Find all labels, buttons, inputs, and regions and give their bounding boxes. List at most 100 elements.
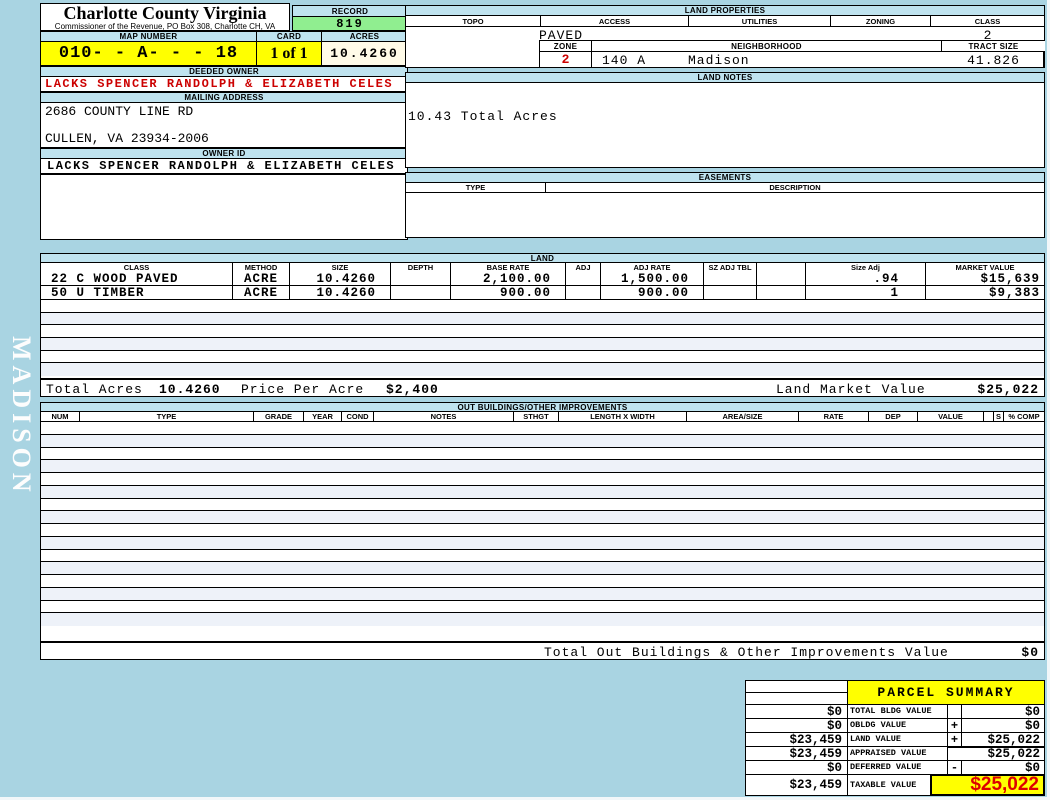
out-buildings-header-row: NUM TYPE GRADE YEAR COND NOTES STHGT LEN… (40, 411, 1045, 422)
empty-table-row (41, 485, 1044, 499)
ps-label-obldg: OBLDG VALUE (847, 718, 948, 733)
ps-prior-deferred: $0 (745, 760, 848, 775)
deeded-owner-value: LACKS SPENCER RANDOLPH & ELIZABETH CELES (40, 76, 408, 92)
land-notes-text: 10.43 Total Acres (408, 109, 558, 124)
utilities-column-label: UTILITIES (689, 16, 831, 26)
land-col-adj-rate: ADJ RATE (601, 263, 704, 272)
ob-col-s: S (994, 412, 1004, 421)
land-col-class: CLASS (41, 263, 233, 272)
empty-table-row (41, 473, 1044, 486)
empty-table-row (41, 511, 1044, 524)
empty-table-row (41, 312, 1044, 326)
access-column-label: ACCESS (541, 16, 689, 26)
tract-size-value: 41.826 (967, 53, 1020, 68)
card-value: 1 of 1 (256, 41, 322, 66)
ps-value-appraised: $25,022 (947, 746, 1045, 761)
county-subtitle: Commissioner of the Revenue, PO Box 308,… (54, 22, 276, 31)
ps-prior-taxable: $23,459 (745, 774, 848, 796)
land-table-empty-rows (40, 300, 1045, 379)
ps-op-deferred: - (947, 760, 962, 775)
owner-notes-empty-box (40, 174, 408, 240)
zone-label: ZONE (540, 41, 592, 52)
land-col-size-adj: Size Adj (806, 263, 926, 272)
empty-table-row (41, 350, 1044, 364)
land-totals-row: Total Acres 10.4260 Price Per Acre $2,40… (40, 379, 1045, 397)
ps-op-obldg: + (947, 718, 962, 733)
ob-col-grade: GRADE (254, 412, 304, 421)
ob-col-notes: NOTES (374, 412, 514, 421)
easement-type-label: TYPE (406, 183, 546, 192)
ps-label-taxable: TAXABLE VALUE (847, 774, 931, 796)
ps-prior-obldg: $0 (745, 718, 848, 733)
easements-body-box (405, 192, 1045, 238)
ps-value-taxable: $25,022 (930, 774, 1045, 796)
land-col-sz-adj-tbl: SZ ADJ TBL (704, 263, 757, 272)
map-number-value: 010- - A- - - 18 (40, 41, 257, 66)
out-buildings-empty-rows (40, 422, 1045, 642)
land-col-market-value: MARKET VALUE (955, 263, 1015, 272)
ps-op-land: + (947, 732, 962, 747)
ps-label-deferred: DEFERRED VALUE (847, 760, 948, 775)
empty-table-row (41, 549, 1044, 563)
empty-table-row (41, 575, 1044, 588)
land-col-base-rate: BASE RATE (451, 263, 566, 272)
zoning-column-label: ZONING (831, 16, 931, 26)
empty-table-row (41, 562, 1044, 575)
land-market-value-total: $25,022 (977, 382, 1039, 397)
empty-table-row (41, 536, 1044, 550)
empty-table-row (41, 460, 1044, 473)
county-header-box: Charlotte County Virginia Commissioner o… (40, 3, 290, 31)
ps-prior-land: $23,459 (745, 732, 848, 747)
empty-table-row (41, 498, 1044, 512)
land-col-size: SIZE (290, 263, 391, 272)
land-col-depth: DEPTH (391, 263, 451, 272)
ps-prior-total-bldg: $0 (745, 704, 848, 719)
easement-description-label: DESCRIPTION (769, 183, 821, 192)
land-table-row: 50 U TIMBER ACRE 10.4260 900.00 900.00 1… (40, 286, 1045, 300)
empty-table-row (41, 325, 1044, 339)
neighborhood-label: NEIGHBORHOOD (592, 41, 942, 52)
land-col-method: METHOD (233, 263, 290, 272)
ob-col-pct-comp: % COMP (1008, 412, 1040, 421)
county-title: Charlotte County Virginia (63, 3, 267, 23)
ps-value-total-bldg: $0 (961, 704, 1045, 719)
land-col-blank (757, 263, 806, 272)
topo-column-label: TOPO (406, 16, 541, 26)
address-line-2: CULLEN, VA 23934-2006 (45, 131, 209, 146)
ob-col-cond: COND (342, 412, 374, 421)
out-buildings-total-label: Total Out Buildings & Other Improvements… (544, 645, 949, 660)
ob-col-length-width: LENGTH X WIDTH (559, 412, 687, 421)
empty-table-row (41, 434, 1044, 448)
empty-table-row (41, 363, 1044, 377)
price-per-acre-value: $2,400 (386, 382, 439, 397)
total-acres-value: 10.4260 (159, 382, 221, 397)
neighborhood-name: Madison (688, 53, 750, 68)
empty-table-row (41, 613, 1044, 626)
zone-subtable: ZONE NEIGHBORHOOD TRACT SIZE 2 140 A Mad… (539, 40, 1045, 68)
ps-op-total-bldg (947, 704, 962, 719)
ob-col-area-size: AREA/SIZE (687, 412, 799, 421)
total-acres-label: Total Acres (46, 382, 143, 397)
ps-label-land: LAND VALUE (847, 732, 948, 747)
land-col-adj: ADJ (566, 263, 601, 272)
empty-table-row (41, 422, 1044, 435)
acres-value: 10.4260 (321, 41, 408, 66)
empty-table-row (41, 338, 1044, 351)
ps-value-obldg: $0 (961, 718, 1045, 733)
ps-prior-appraised: $23,459 (745, 746, 848, 761)
ps-value-deferred: $0 (961, 760, 1045, 775)
address-line-1: 2686 COUNTY LINE RD (45, 104, 194, 119)
empty-table-row (41, 300, 1044, 313)
ps-label-appraised: APPRAISED VALUE (847, 746, 948, 761)
ob-col-dep: DEP (869, 412, 918, 421)
out-buildings-total-value: $0 (1021, 645, 1039, 660)
ob-col-num: NUM (41, 412, 80, 421)
mailing-address-box: 2686 COUNTY LINE RD CULLEN, VA 23934-200… (40, 102, 408, 148)
class-column-label: CLASS (974, 16, 1001, 26)
empty-table-row (41, 600, 1044, 614)
district-vertical-label: MADISON (7, 336, 36, 497)
out-buildings-total-row: Total Out Buildings & Other Improvements… (40, 642, 1045, 660)
record-value: 819 (292, 16, 408, 31)
ob-col-value: VALUE (918, 412, 984, 421)
zone-value: 2 (540, 52, 592, 67)
